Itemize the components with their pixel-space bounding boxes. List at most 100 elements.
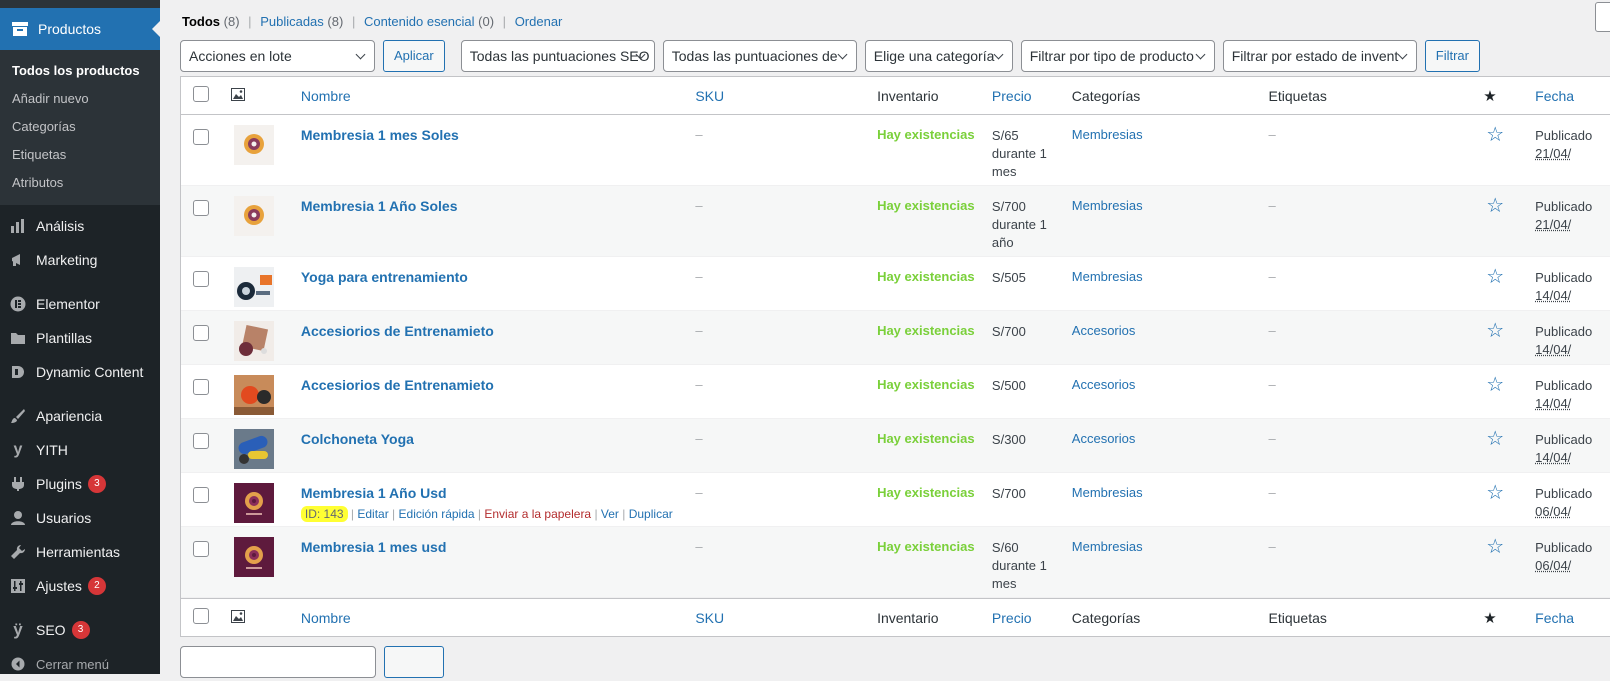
column-date[interactable]: Fecha (1535, 88, 1610, 104)
filter-button[interactable]: Filtrar (1425, 40, 1480, 72)
sidebar-item-analisis[interactable]: Análisis (0, 209, 160, 243)
select-all-checkbox-footer[interactable] (193, 608, 209, 624)
product-price-line: durante 1 (992, 145, 1072, 163)
apply-button-bottom[interactable] (384, 646, 444, 678)
product-price-line: S/700 (992, 485, 1072, 503)
product-name-link[interactable]: Colchoneta Yoga (301, 431, 695, 447)
product-price-line: año (992, 234, 1072, 252)
product-category-link[interactable]: Accesorios (1072, 377, 1136, 392)
featured-column-star-icon[interactable]: ★ (1483, 88, 1496, 105)
sidebar-item-marketing[interactable]: Marketing (0, 243, 160, 277)
bulk-actions-select-bottom[interactable] (180, 646, 376, 678)
column-price[interactable]: Precio (992, 88, 1072, 104)
product-type-filter[interactable]: Filtrar por tipo de producto (1021, 40, 1215, 72)
column-name-footer[interactable]: Nombre (301, 610, 695, 626)
submenu-all-products[interactable]: Todos los productos (0, 57, 160, 85)
column-sku-footer[interactable]: SKU (695, 610, 877, 626)
product-thumbnail[interactable] (234, 125, 274, 165)
sidebar-item-usuarios[interactable]: Usuarios (0, 501, 160, 535)
product-name-link[interactable]: Accesiorios de Entrenamieto (301, 323, 695, 339)
duplicate-link[interactable]: Duplicar (629, 507, 673, 521)
featured-star-icon[interactable]: ☆ (1486, 374, 1504, 396)
featured-star-icon[interactable]: ☆ (1486, 428, 1504, 450)
sidebar-item-seo[interactable]: ÿ SEO 3 (0, 613, 160, 647)
product-thumbnail[interactable] (234, 267, 274, 307)
featured-column-star-icon[interactable]: ★ (1483, 610, 1496, 627)
featured-star-icon[interactable]: ☆ (1486, 482, 1504, 504)
product-name-link[interactable]: Yoga para entrenamiento (301, 269, 695, 285)
view-link[interactable]: Ver (601, 507, 619, 521)
product-name-link[interactable]: Accesiorios de Entrenamieto (301, 377, 695, 393)
product-thumbnail[interactable] (234, 196, 274, 236)
featured-star-icon[interactable]: ☆ (1486, 536, 1504, 558)
featured-star-icon[interactable]: ☆ (1486, 195, 1504, 217)
wrench-icon (8, 542, 28, 562)
view-all[interactable]: Todos (182, 14, 220, 29)
view-sort[interactable]: Ordenar (515, 14, 563, 29)
sidebar-item-apariencia[interactable]: Apariencia (0, 399, 160, 433)
column-price-footer[interactable]: Precio (992, 610, 1072, 626)
product-category-link[interactable]: Accesorios (1072, 323, 1136, 338)
sidebar-item-plugins[interactable]: Plugins 3 (0, 467, 160, 501)
submenu-categories[interactable]: Categorías (0, 113, 160, 141)
row-checkbox[interactable] (193, 129, 209, 145)
quick-edit-link[interactable]: Edición rápida (399, 507, 475, 521)
row-checkbox[interactable] (193, 541, 209, 557)
search-box-edge[interactable] (1595, 2, 1610, 32)
sidebar-item-elementor[interactable]: Elementor (0, 287, 160, 321)
submenu-add-new[interactable]: Añadir nuevo (0, 85, 160, 113)
column-date-footer[interactable]: Fecha (1535, 610, 1610, 626)
product-category-link[interactable]: Membresias (1072, 269, 1143, 284)
featured-star-icon[interactable]: ☆ (1486, 320, 1504, 342)
row-checkbox[interactable] (193, 379, 209, 395)
row-checkbox[interactable] (193, 200, 209, 216)
sidebar-item-plantillas[interactable]: Plantillas (0, 321, 160, 355)
sidebar-item-products[interactable]: Productos (0, 8, 160, 50)
product-category-link[interactable]: Membresias (1072, 127, 1143, 142)
product-thumbnail[interactable] (234, 483, 274, 523)
readability-filter[interactable]: Todas las puntuaciones de (663, 40, 857, 72)
trash-link[interactable]: Enviar a la papelera (484, 507, 591, 521)
select-all-checkbox[interactable] (193, 86, 209, 102)
view-essential[interactable]: Contenido esencial (364, 14, 475, 29)
column-name[interactable]: Nombre (301, 88, 695, 104)
publish-status: Publicado (1535, 127, 1610, 145)
product-thumbnail[interactable] (234, 537, 274, 577)
product-category-link[interactable]: Membresias (1072, 539, 1143, 554)
product-thumbnail[interactable] (234, 321, 274, 361)
product-name-link[interactable]: Membresia 1 mes usd (301, 539, 695, 555)
featured-star-icon[interactable]: ☆ (1486, 124, 1504, 146)
product-category-link[interactable]: Membresias (1072, 198, 1143, 213)
collapse-menu-button[interactable]: Cerrar menú (0, 647, 160, 681)
sidebar-item-herramientas[interactable]: Herramientas (0, 535, 160, 569)
product-thumbnail[interactable] (234, 375, 274, 415)
stock-status-filter[interactable]: Filtrar por estado de invent (1223, 40, 1417, 72)
view-published[interactable]: Publicadas (260, 14, 324, 29)
product-category-link[interactable]: Membresias (1072, 485, 1143, 500)
featured-star-icon[interactable]: ☆ (1486, 266, 1504, 288)
submenu-tags[interactable]: Etiquetas (0, 141, 160, 169)
row-checkbox[interactable] (193, 487, 209, 503)
ajustes-badge: 2 (88, 577, 106, 595)
sidebar-item-dynamic-content[interactable]: Dynamic Content (0, 355, 160, 389)
row-checkbox[interactable] (193, 271, 209, 287)
column-sku[interactable]: SKU (695, 88, 877, 104)
row-checkbox[interactable] (193, 325, 209, 341)
product-name-link[interactable]: Membresia 1 mes Soles (301, 127, 695, 143)
edit-link[interactable]: Editar (357, 507, 388, 521)
row-checkbox[interactable] (193, 433, 209, 449)
product-sku: – (695, 269, 702, 284)
category-filter[interactable]: Elige una categoría (865, 40, 1013, 72)
product-name-link[interactable]: Membresia 1 Año Soles (301, 198, 695, 214)
plugins-update-badge: 3 (88, 475, 106, 493)
product-thumbnail[interactable] (234, 429, 274, 469)
sidebar-item-yith[interactable]: y YITH (0, 433, 160, 467)
product-category-link[interactable]: Accesorios (1072, 431, 1136, 446)
sidebar-item-label: Ajustes (36, 578, 82, 594)
seo-score-filter[interactable]: Todas las puntuaciones SEO (461, 40, 655, 72)
apply-button[interactable]: Aplicar (383, 40, 445, 72)
product-name-link[interactable]: Membresia 1 Año Usd (301, 485, 695, 501)
bulk-actions-select[interactable]: Acciones en lote (180, 40, 375, 72)
submenu-attributes[interactable]: Atributos (0, 169, 160, 197)
sidebar-item-ajustes[interactable]: Ajustes 2 (0, 569, 160, 603)
